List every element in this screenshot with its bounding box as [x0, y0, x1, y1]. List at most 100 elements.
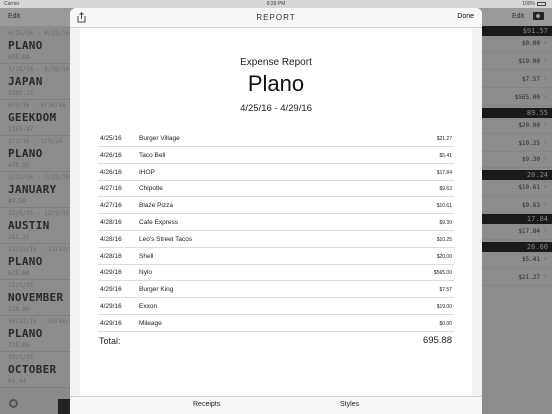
expense-list-amount: $10.25: [518, 140, 540, 147]
report-list-item[interactable]: 11/1/15 NOVEMBER 220.86: [0, 282, 70, 322]
expense-name: Burger Village: [139, 135, 180, 142]
expense-amount: $17.84: [436, 169, 452, 176]
report-list-item[interactable]: 4/25/16 - 4/29/16 PLANO 695.88: [0, 30, 70, 70]
divider: [0, 99, 70, 100]
report-list-item[interactable]: 10/12/15 - 10/16/15 PLANO 725.85: [0, 318, 77, 358]
done-button[interactable]: Done: [457, 13, 474, 20]
battery-indicator: 100%: [522, 1, 546, 7]
expense-row: 4/27/16 Blaze Pizza $10.61: [98, 197, 454, 215]
report-list-name: AUSTIN: [8, 219, 50, 232]
report-list-name: OCTOBER: [8, 363, 57, 376]
expense-list-amount: $0.00: [521, 40, 540, 47]
expense-date: 4/26/16: [100, 168, 122, 176]
status-bar: Carrier 8:29 PM 100%: [0, 0, 552, 8]
gear-icon[interactable]: [9, 399, 18, 408]
expense-list-row[interactable]: $0.00 ›: [482, 36, 552, 52]
report-list-item[interactable]: 3/18/16 - 3/26/16 JAPAN 3785.15: [0, 66, 70, 106]
expense-date: 4/28/16: [100, 252, 122, 260]
report-heading: Expense Report: [240, 57, 312, 68]
report-list-item[interactable]: 2/1/16 - 2/5/16 PLANO 478.95: [0, 138, 70, 178]
expense-row: 4/28/16 Cafe Express $9.30: [98, 214, 454, 231]
expense-list-amount: $21.27: [518, 274, 540, 281]
camera-icon[interactable]: [533, 12, 544, 20]
expense-row: 4/26/16 IHOP $17.84: [98, 164, 454, 181]
expense-list-amount: $20.00: [518, 122, 540, 129]
expense-name: Cafe Express: [139, 219, 179, 226]
report-list-amount: 478.95: [8, 162, 30, 169]
day-total-bar: 20.24: [482, 170, 552, 180]
report-list-date: 3/18/16 - 3/26/16: [8, 66, 70, 73]
expense-list-amount: $9.30: [521, 156, 540, 163]
expense-amount: $565.00: [433, 270, 452, 277]
report-list-item[interactable]: 11/15/15 - 11/19/15 PLANO 625.80: [0, 246, 77, 286]
expense-list-row[interactable]: $5.41 ›: [482, 252, 552, 268]
edit-button-left[interactable]: Edit: [8, 13, 20, 20]
expense-row: 4/29/16 Nylo $565.00: [98, 264, 454, 282]
chevron-right-icon: ›: [543, 92, 547, 101]
divider: [0, 351, 70, 352]
report-list-item[interactable]: 8/9/16 - 8/16/16 GEEKDOM 1155.97: [0, 102, 70, 142]
expense-list-row[interactable]: $21.27 ›: [482, 270, 552, 286]
expense-amount: $9.30: [439, 220, 452, 226]
chevron-right-icon: ›: [543, 120, 547, 129]
expense-amount: $5.41: [439, 152, 452, 159]
total-label: Total:: [99, 336, 121, 346]
expense-row: 4/29/16 Exxon $19.00: [98, 298, 454, 315]
expense-row: 4/25/16 Burger Village $21.27: [98, 130, 454, 147]
chevron-right-icon: ›: [543, 74, 547, 83]
report-list-date: 1/13/16 - 1/29/16: [8, 174, 70, 181]
expense-list-amount: $19.00: [518, 58, 540, 65]
battery-icon: [537, 1, 546, 6]
chevron-right-icon: ›: [543, 200, 547, 209]
expense-date: 4/27/16: [100, 202, 122, 210]
expense-list-row[interactable]: $17.84 ›: [482, 224, 552, 240]
report-city: Plano: [247, 71, 305, 96]
expense-name: Nylo: [139, 269, 153, 277]
expense-date: 4/29/16: [100, 319, 122, 327]
chevron-right-icon: ›: [543, 182, 547, 191]
expense-list-row[interactable]: $19.00 ›: [482, 54, 552, 70]
expense-list-row[interactable]: $9.30 ›: [482, 152, 552, 168]
report-list-item[interactable]: 12/5/15 - 12/9/15 AUSTIN 161.37: [0, 210, 70, 250]
report-list-amount: 63.44: [8, 378, 27, 385]
expense-list: $91.57 89.55 20.24 17.84 26.60 $0.00 › $19.00 › $…: [482, 26, 552, 414]
expense-amount: $7.57: [439, 287, 452, 294]
expense-date: 4/27/16: [100, 185, 122, 193]
expense-list-row[interactable]: $10.61 ›: [482, 180, 552, 196]
expense-name: Leo's Street Tacos: [139, 235, 193, 243]
divider: [0, 279, 70, 280]
total-value: 695.88: [422, 335, 452, 346]
battery-label: 100%: [522, 1, 535, 7]
expense-list-row[interactable]: $7.57 ›: [482, 72, 552, 88]
tab-styles[interactable]: Styles: [340, 401, 359, 408]
expense-list-row[interactable]: $20.00 ›: [482, 118, 552, 134]
expense-name: IHOP: [139, 168, 155, 176]
expense-amount: $21.27: [436, 136, 452, 142]
edit-button-right[interactable]: Edit: [512, 13, 524, 20]
expense-list-row[interactable]: $565.00 ›: [482, 90, 552, 106]
report-list-amount: 695.88: [8, 54, 30, 61]
expense-date: 4/25/16: [100, 135, 122, 142]
day-total-bar: 89.55: [482, 108, 552, 118]
report-list-amount: 220.86: [8, 306, 30, 313]
expense-name: Burger King: [139, 286, 174, 294]
divider: [0, 315, 70, 316]
expense-date: 4/29/16: [100, 286, 122, 294]
expense-list-row[interactable]: $9.63 ›: [482, 198, 552, 214]
expense-name: Mileage: [139, 319, 162, 327]
day-total-bar: $91.57: [482, 26, 552, 36]
report-list-amount: 725.85: [8, 342, 30, 349]
divider: [0, 135, 70, 136]
report-list-date: 10/12/15 - 10/16/15: [8, 318, 77, 325]
report-list-date: 10/1/15: [8, 354, 34, 361]
tab-receipts[interactable]: Receipts: [193, 401, 220, 408]
expense-list-row[interactable]: $10.25 ›: [482, 136, 552, 152]
report-list-item[interactable]: 1/13/16 - 1/29/16 JANUARY 89.59: [0, 174, 70, 214]
chevron-right-icon: ›: [543, 226, 547, 235]
expense-amount: $20.00: [436, 253, 452, 260]
expense-row: 4/28/16 Leo's Street Tacos $10.25: [98, 231, 454, 248]
report-list-name: PLANO: [8, 147, 43, 160]
expense-row: 4/26/16 Taco Bell $5.41: [98, 147, 454, 164]
expense-list-amount: $9.63: [521, 202, 540, 209]
expense-list-amount: $565.00: [514, 94, 540, 101]
